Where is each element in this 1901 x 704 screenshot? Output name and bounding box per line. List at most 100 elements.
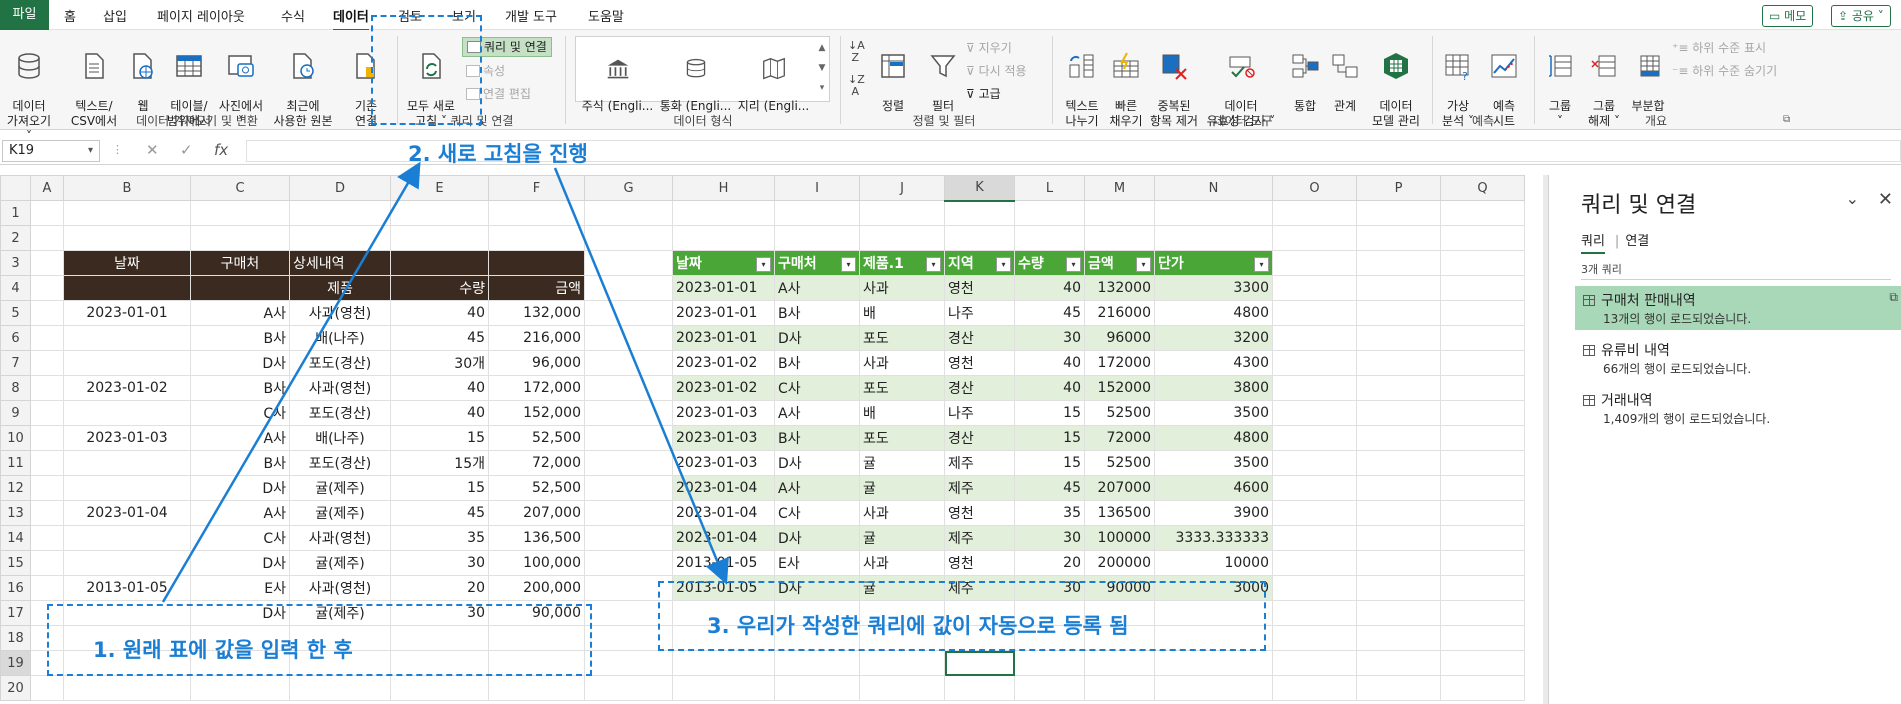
cell-N7[interactable]: 4300 (1154, 350, 1273, 376)
cell-N15[interactable]: 10000 (1154, 550, 1273, 576)
cell-O20[interactable] (1272, 675, 1357, 701)
cell-B16[interactable]: 2013-01-05 (63, 575, 191, 601)
close-icon[interactable]: ✕ (1878, 189, 1893, 210)
cell-I8[interactable]: C사 (774, 375, 860, 401)
cell-K12[interactable]: 제주 (944, 475, 1015, 501)
tab-data[interactable]: 데이터 (333, 6, 369, 32)
cell-N6[interactable]: 3200 (1154, 325, 1273, 351)
cell-P13[interactable] (1356, 500, 1441, 526)
cell-C15[interactable]: D사 (190, 550, 290, 576)
cell-Q18[interactable] (1440, 625, 1525, 651)
cell-J15[interactable]: 사과 (859, 550, 945, 576)
sort-az-button[interactable]: ↓A Z (848, 40, 865, 64)
cell-L2[interactable] (1014, 225, 1085, 251)
row-header[interactable]: 5 (0, 300, 31, 326)
cell-O1[interactable] (1272, 200, 1357, 226)
cell-M5[interactable]: 216000 (1084, 300, 1155, 326)
cell-F2[interactable] (488, 225, 585, 251)
cell-P17[interactable] (1356, 600, 1441, 626)
cell-I5[interactable]: B사 (774, 300, 860, 326)
cell-I12[interactable]: A사 (774, 475, 860, 501)
row-header[interactable]: 11 (0, 450, 31, 476)
cell-N4[interactable]: 3300 (1154, 275, 1273, 301)
column-header[interactable]: B (63, 175, 191, 201)
row-header[interactable]: 18 (0, 625, 31, 651)
cell-D10[interactable]: 배(나주) (289, 425, 391, 451)
tab-queries[interactable]: 쿼리 (1581, 230, 1605, 254)
cell-F20[interactable] (488, 675, 585, 701)
cell-C5[interactable]: A사 (190, 300, 290, 326)
cell-F7[interactable]: 96,000 (488, 350, 585, 376)
cell-O15[interactable] (1272, 550, 1357, 576)
cell-I3[interactable]: 구매처 ▾ (774, 250, 860, 276)
column-header[interactable]: C (190, 175, 290, 201)
cell-I4[interactable]: A사 (774, 275, 860, 301)
cell-C4[interactable] (190, 275, 290, 301)
cell-L8[interactable]: 40 (1014, 375, 1085, 401)
cell-K6[interactable]: 경산 (944, 325, 1015, 351)
column-header[interactable]: P (1356, 175, 1441, 201)
row-header[interactable]: 10 (0, 425, 31, 451)
cell-H20[interactable] (672, 675, 775, 701)
cell-O4[interactable] (1272, 275, 1357, 301)
cell-Q16[interactable] (1440, 575, 1525, 601)
filter-dropdown-icon[interactable]: ▾ (756, 257, 771, 272)
cell-O13[interactable] (1272, 500, 1357, 526)
web-button[interactable]: 웹 (128, 36, 158, 114)
cell-I7[interactable]: B사 (774, 350, 860, 376)
cell-H1[interactable] (672, 200, 775, 226)
cell-K1[interactable] (944, 200, 1015, 226)
cell-L3[interactable]: 수량 ▾ (1014, 250, 1085, 276)
cell-E6[interactable]: 45 (390, 325, 489, 351)
row-header[interactable]: 13 (0, 500, 31, 526)
row-header[interactable]: 19 (0, 650, 31, 676)
cell-K9[interactable]: 나주 (944, 400, 1015, 426)
cell-B11[interactable] (63, 450, 191, 476)
query-item[interactable]: 거래내역 1,409개의 행이 로드되었습니다. (1575, 386, 1901, 430)
filter-dropdown-icon[interactable]: ▾ (1254, 257, 1269, 272)
row-header[interactable]: 4 (0, 275, 31, 301)
cell-G5[interactable] (584, 300, 673, 326)
cell-L5[interactable]: 45 (1014, 300, 1085, 326)
cell-B12[interactable] (63, 475, 191, 501)
cell-N2[interactable] (1154, 225, 1273, 251)
group-button[interactable]: 그룹 ˅ (1540, 36, 1580, 129)
show-detail-button[interactable]: ⁺≡ 하위 수준 표시 (1672, 39, 1766, 56)
cell-M7[interactable]: 172000 (1084, 350, 1155, 376)
cell-N12[interactable]: 4600 (1154, 475, 1273, 501)
cell-B7[interactable] (63, 350, 191, 376)
cell-Q7[interactable] (1440, 350, 1525, 376)
cell-D12[interactable]: 귤(제주) (289, 475, 391, 501)
cell-A20[interactable] (30, 675, 64, 701)
filter-dropdown-icon[interactable]: ▾ (996, 257, 1011, 272)
cell-D2[interactable] (289, 225, 391, 251)
tab-developer[interactable]: 개발 도구 (505, 6, 557, 25)
clear-filter-button[interactable]: ⊽ 지우기 (966, 39, 1012, 56)
cell-G4[interactable] (584, 275, 673, 301)
cell-G20[interactable] (584, 675, 673, 701)
cell-Q14[interactable] (1440, 525, 1525, 551)
cell-J11[interactable]: 귤 (859, 450, 945, 476)
tab-formulas[interactable]: 수식 (281, 6, 305, 25)
cell-D9[interactable]: 포도(경산) (289, 400, 391, 426)
cell-N13[interactable]: 3900 (1154, 500, 1273, 526)
tab-page-layout[interactable]: 페이지 레이아웃 (157, 6, 245, 25)
cell-P18[interactable] (1356, 625, 1441, 651)
cell-O18[interactable] (1272, 625, 1357, 651)
cell-O14[interactable] (1272, 525, 1357, 551)
cell-I14[interactable]: D사 (774, 525, 860, 551)
cell-Q19[interactable] (1440, 650, 1525, 676)
cell-M6[interactable]: 96000 (1084, 325, 1155, 351)
row-header[interactable]: 15 (0, 550, 31, 576)
cell-D3[interactable]: 상세내역 (289, 250, 391, 276)
cell-M14[interactable]: 100000 (1084, 525, 1155, 551)
row-header[interactable]: 12 (0, 475, 31, 501)
tab-home[interactable]: 홈 (64, 6, 76, 25)
cell-A15[interactable] (30, 550, 64, 576)
cell-H11[interactable]: 2023-01-03 (672, 450, 775, 476)
cell-Q2[interactable] (1440, 225, 1525, 251)
cell-H7[interactable]: 2023-01-02 (672, 350, 775, 376)
cell-E7[interactable]: 30개 (390, 350, 489, 376)
cell-M13[interactable]: 136500 (1084, 500, 1155, 526)
row-header[interactable]: 6 (0, 325, 31, 351)
